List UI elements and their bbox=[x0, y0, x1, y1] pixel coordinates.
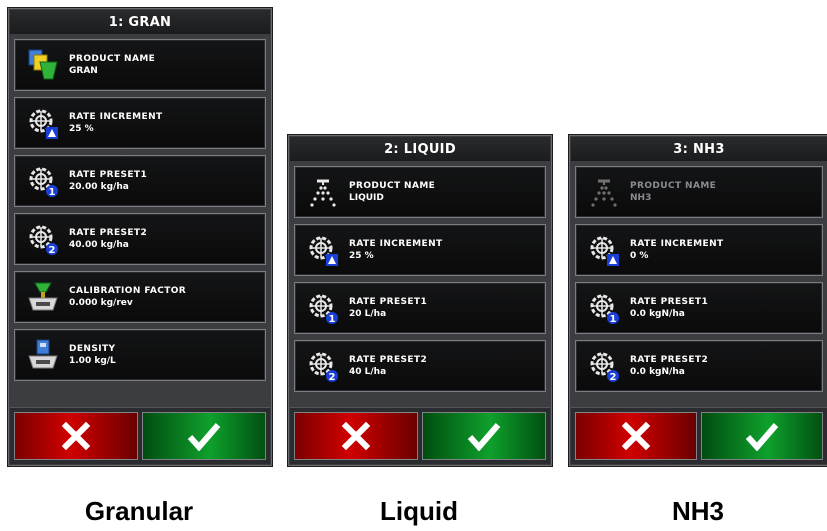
rate-increment-icon bbox=[303, 230, 343, 270]
row-label: RATE PRESET1 bbox=[349, 297, 428, 307]
confirm-button[interactable] bbox=[422, 412, 546, 460]
x-icon bbox=[341, 421, 371, 451]
row-value: 0.0 kgN/ha bbox=[630, 367, 685, 377]
rate-preset1-row[interactable]: 1 RATE PRESET1 0.0 kgN/ha bbox=[575, 282, 823, 334]
cancel-button[interactable] bbox=[575, 412, 697, 460]
product-name-row[interactable]: PRODUCT NAME LIQUID bbox=[294, 166, 546, 218]
panel-title: 1: GRAN bbox=[10, 10, 270, 34]
rate-preset-1-icon: 1 bbox=[23, 161, 63, 201]
rate-preset2-row[interactable]: 2 RATE PRESET2 40.00 kg/ha bbox=[14, 213, 266, 265]
svg-text:1: 1 bbox=[610, 314, 617, 325]
row-value: 40.00 kg/ha bbox=[69, 240, 129, 250]
panel-title: 2: LIQUID bbox=[290, 137, 550, 161]
panel-title: 3: NH3 bbox=[571, 137, 827, 161]
x-icon bbox=[621, 421, 651, 451]
action-bar bbox=[571, 407, 827, 464]
spray-nozzle-icon bbox=[303, 172, 343, 212]
svg-text:1: 1 bbox=[329, 314, 336, 325]
rate-preset-2-icon: 2 bbox=[584, 346, 624, 386]
rate-preset2-row[interactable]: 2 RATE PRESET2 40 L/ha bbox=[294, 340, 546, 392]
product-name-row[interactable]: PRODUCT NAME GRAN bbox=[14, 39, 266, 91]
row-value: LIQUID bbox=[349, 193, 384, 203]
row-value: 25 % bbox=[349, 251, 374, 261]
row-value: 20.00 kg/ha bbox=[69, 182, 129, 192]
confirm-button[interactable] bbox=[142, 412, 266, 460]
caption-granular: Granular bbox=[84, 496, 194, 526]
check-icon bbox=[745, 423, 779, 451]
rate-preset-2-icon: 2 bbox=[23, 219, 63, 259]
action-bar bbox=[10, 407, 270, 464]
action-bar bbox=[290, 407, 550, 464]
rate-preset-1-icon: 1 bbox=[303, 288, 343, 328]
rate-increment-icon bbox=[584, 230, 624, 270]
calibration-scale-icon bbox=[23, 277, 63, 317]
row-label: DENSITY bbox=[69, 344, 116, 354]
row-label: PRODUCT NAME bbox=[69, 54, 156, 64]
rate-preset1-row[interactable]: 1 RATE PRESET1 20.00 kg/ha bbox=[14, 155, 266, 207]
panel-liquid: 2: LIQUID PRODUCT NAME LIQUID RATE INCRE… bbox=[287, 134, 553, 467]
row-value: 1.00 kg/L bbox=[69, 356, 116, 366]
row-label: RATE PRESET1 bbox=[69, 170, 148, 180]
row-value: GRAN bbox=[69, 66, 98, 76]
product-bag-icon bbox=[23, 45, 63, 85]
panel-nh3: 3: NH3 PRODUCT NAME NH3 RATE INCREMENT 0… bbox=[568, 134, 827, 467]
svg-text:2: 2 bbox=[329, 372, 336, 383]
check-icon bbox=[467, 423, 501, 451]
row-value: 0.0 kgN/ha bbox=[630, 309, 685, 319]
row-label: RATE INCREMENT bbox=[630, 239, 724, 249]
panel-gran: 1: GRAN PRODUCT NAME GRAN RATE INCREMENT… bbox=[7, 7, 273, 467]
rate-preset1-row[interactable]: 1 RATE PRESET1 20 L/ha bbox=[294, 282, 546, 334]
rate-preset2-row[interactable]: 2 RATE PRESET2 0.0 kgN/ha bbox=[575, 340, 823, 392]
check-icon bbox=[187, 423, 221, 451]
cancel-button[interactable] bbox=[294, 412, 418, 460]
row-label: RATE INCREMENT bbox=[349, 239, 443, 249]
spray-nozzle-icon bbox=[584, 172, 624, 212]
rate-preset-2-icon: 2 bbox=[303, 346, 343, 386]
row-value: 40 L/ha bbox=[349, 367, 387, 377]
density-scale-icon bbox=[23, 335, 63, 375]
row-label: CALIBRATION FACTOR bbox=[69, 286, 187, 296]
rate-increment-icon bbox=[23, 103, 63, 143]
calibration-factor-row[interactable]: CALIBRATION FACTOR 0.000 kg/rev bbox=[14, 271, 266, 323]
x-icon bbox=[61, 421, 91, 451]
caption-nh3: NH3 bbox=[671, 496, 725, 526]
product-name-row: PRODUCT NAME NH3 bbox=[575, 166, 823, 218]
svg-text:2: 2 bbox=[49, 245, 56, 256]
row-value: 0 % bbox=[630, 251, 649, 261]
row-label: PRODUCT NAME bbox=[349, 181, 436, 191]
svg-text:2: 2 bbox=[610, 372, 617, 383]
row-label: RATE PRESET2 bbox=[69, 228, 148, 238]
cancel-button[interactable] bbox=[14, 412, 138, 460]
density-row[interactable]: DENSITY 1.00 kg/L bbox=[14, 329, 266, 381]
row-value: 20 L/ha bbox=[349, 309, 387, 319]
rate-preset-1-icon: 1 bbox=[584, 288, 624, 328]
confirm-button[interactable] bbox=[701, 412, 823, 460]
row-label: RATE PRESET2 bbox=[630, 355, 709, 365]
rate-increment-row[interactable]: RATE INCREMENT 25 % bbox=[294, 224, 546, 276]
rate-increment-row[interactable]: RATE INCREMENT 25 % bbox=[14, 97, 266, 149]
row-label: RATE INCREMENT bbox=[69, 112, 163, 122]
row-label: RATE PRESET1 bbox=[630, 297, 709, 307]
row-value: 25 % bbox=[69, 124, 94, 134]
svg-text:1: 1 bbox=[49, 187, 56, 198]
row-label: RATE PRESET2 bbox=[349, 355, 428, 365]
row-value: 0.000 kg/rev bbox=[69, 298, 133, 308]
row-label: PRODUCT NAME bbox=[630, 181, 717, 191]
caption-liquid: Liquid bbox=[380, 496, 458, 526]
rate-increment-row[interactable]: RATE INCREMENT 0 % bbox=[575, 224, 823, 276]
row-value: NH3 bbox=[630, 193, 652, 203]
